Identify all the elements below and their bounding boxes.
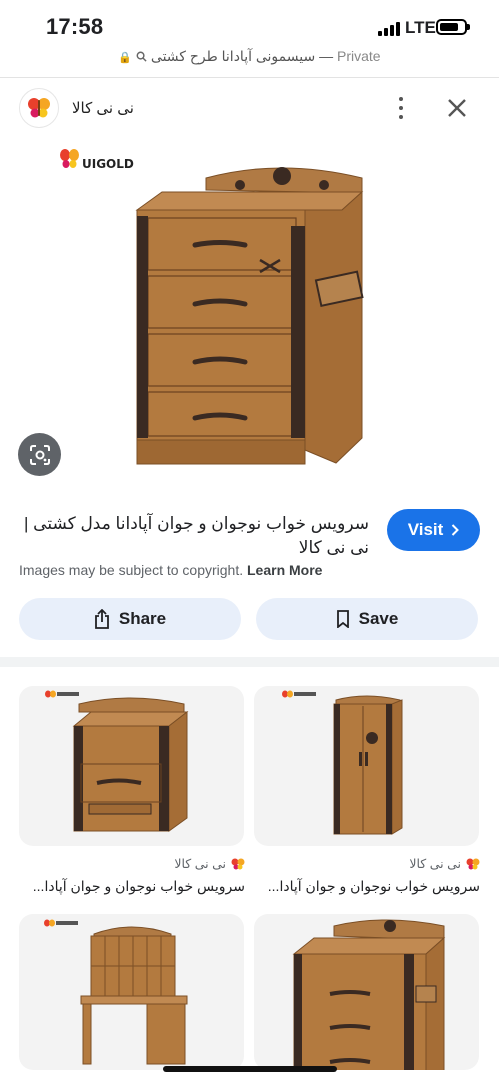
share-button[interactable]: Share xyxy=(19,598,241,640)
brand-logo xyxy=(44,919,78,927)
search-icon xyxy=(136,51,147,62)
battery-icon xyxy=(436,19,470,35)
bookmark-icon xyxy=(336,610,349,628)
related-source-name: نی نی کالا xyxy=(174,857,226,871)
copyright-text: Images may be subject to copyright. xyxy=(19,562,244,578)
copyright-notice: Images may be subject to copyright. Lear… xyxy=(19,562,322,578)
close-icon[interactable] xyxy=(444,95,470,121)
related-image-4[interactable] xyxy=(254,914,479,1070)
source-logo[interactable] xyxy=(19,88,59,128)
share-label: Share xyxy=(118,609,167,628)
butterfly-logo-icon xyxy=(28,98,50,118)
save-button[interactable]: Save xyxy=(256,598,478,640)
url-separator: — xyxy=(319,48,334,64)
url-query: سیسمونی آپادانا طرح کشتی xyxy=(150,48,316,64)
section-divider xyxy=(0,657,499,667)
share-icon xyxy=(94,609,109,629)
butterfly-logo-icon xyxy=(466,858,480,869)
related-title-1[interactable]: سرویس خواب نوجوان و جوان آپادا... xyxy=(19,878,245,895)
lock-icon: 🔒 xyxy=(118,52,133,64)
private-label: Private xyxy=(336,48,381,64)
divider xyxy=(0,77,499,78)
main-product-image[interactable]: UIGOLD xyxy=(0,138,499,494)
related-source-name: نی نی کالا xyxy=(409,857,461,871)
related-source-1[interactable]: نی نی کالا xyxy=(19,856,245,871)
butterfly-logo-icon xyxy=(231,858,245,869)
learn-more-link[interactable]: Learn More xyxy=(247,562,322,578)
brand-text: UIGOLD xyxy=(82,157,134,171)
result-title[interactable]: سرویس خواب نوجوان و جوان آپادانا مدل کشت… xyxy=(19,512,369,560)
status-time: 17:58 xyxy=(46,14,104,39)
signal-icon xyxy=(378,21,400,36)
related-image-2[interactable] xyxy=(254,686,479,846)
lens-search-icon[interactable] xyxy=(18,433,61,476)
related-source-2[interactable]: نی نی کالا xyxy=(254,856,480,871)
visit-button[interactable]: Visit xyxy=(387,509,480,551)
url-bar[interactable]: 🔒 سیسمونی آپادانا طرح کشتی — Private xyxy=(0,48,499,72)
save-label: Save xyxy=(358,609,399,628)
related-image-3[interactable] xyxy=(19,914,244,1070)
home-indicator[interactable] xyxy=(163,1066,337,1072)
more-options-icon[interactable] xyxy=(390,95,412,121)
status-bar: 17:58 LTE xyxy=(0,0,499,50)
related-title-2[interactable]: سرویس خواب نوجوان و جوان آپادا... xyxy=(254,878,480,895)
related-image-1[interactable] xyxy=(19,686,244,846)
source-name[interactable]: نی نی کالا xyxy=(72,99,134,117)
visit-label: Visit xyxy=(407,520,444,539)
network-label: LTE xyxy=(405,18,436,37)
brand-logo xyxy=(45,690,79,698)
brand-logo: UIGOLD xyxy=(60,149,134,171)
brand-logo xyxy=(282,690,316,698)
chevron-right-icon xyxy=(452,524,460,536)
